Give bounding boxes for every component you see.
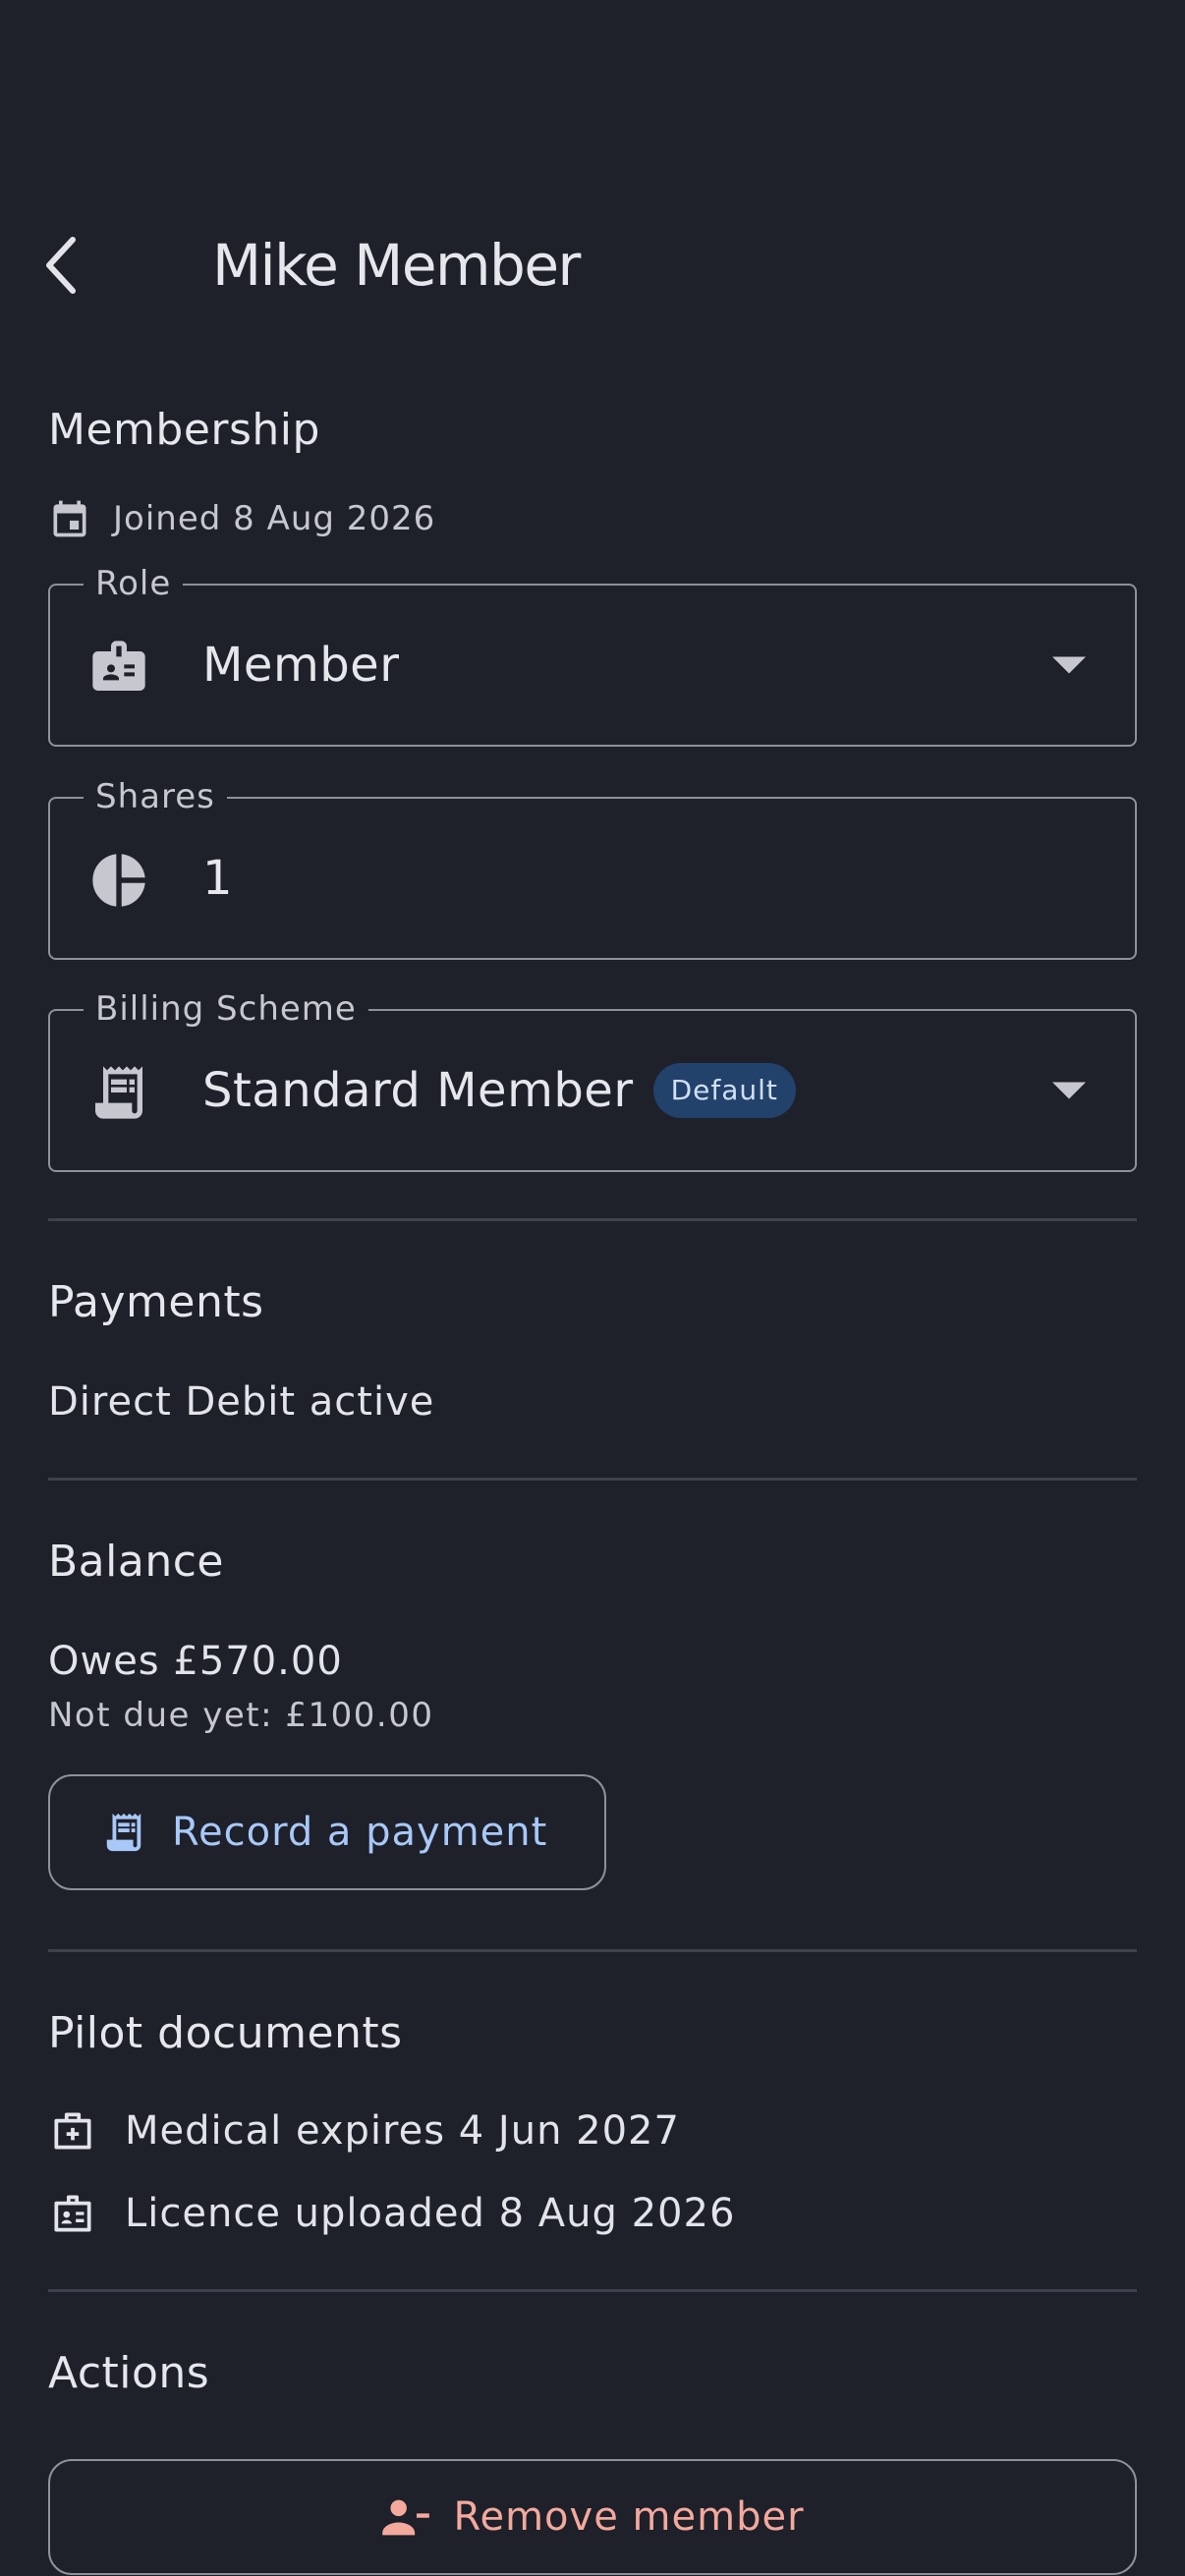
- joined-date: Joined 8 Aug 2026: [113, 499, 436, 538]
- dropdown-arrow-icon: [1052, 1082, 1086, 1099]
- medical-expiry: Medical expires 4 Jun 2027: [125, 2108, 680, 2154]
- balance-not-due: Not due yet: £100.00: [48, 1696, 434, 1735]
- pilot-documents-heading: Pilot documents: [48, 2008, 403, 2058]
- joined-row: Joined 8 Aug 2026: [48, 497, 435, 540]
- licence-badge-icon: [54, 2195, 91, 2232]
- calendar-icon: [53, 500, 86, 537]
- billing-scheme-value-row: Standard Member Default: [202, 1063, 796, 1118]
- balance-heading: Balance: [48, 1537, 224, 1587]
- receipt-icon: [106, 1813, 141, 1852]
- balance-owes: Owes £570.00: [48, 1639, 343, 1684]
- membership-heading: Membership: [48, 405, 320, 455]
- divider: [48, 1218, 1137, 1221]
- actions-heading: Actions: [48, 2348, 210, 2398]
- shares-label: Shares: [84, 773, 227, 820]
- payment-status: Direct Debit active: [48, 1379, 435, 1425]
- billing-scheme-label: Billing Scheme: [84, 985, 368, 1033]
- record-payment-button[interactable]: Record a payment: [48, 1774, 606, 1890]
- role-value: Member: [202, 638, 400, 693]
- person-remove-icon: [382, 2499, 430, 2536]
- billing-scheme-value: Standard Member: [202, 1063, 634, 1118]
- billing-scheme-select[interactable]: Billing Scheme Standard Member Default: [48, 985, 1137, 1172]
- remove-member-button[interactable]: Remove member: [48, 2459, 1137, 2575]
- receipt-icon: [95, 1066, 142, 1119]
- back-arrow-icon: [46, 237, 76, 294]
- pie-chart-icon: [92, 854, 145, 907]
- remove-member-label: Remove member: [453, 2494, 805, 2540]
- page-title: Mike Member: [212, 232, 581, 299]
- id-badge-icon: [92, 641, 145, 691]
- divider: [48, 2289, 1137, 2292]
- licence-uploaded: Licence uploaded 8 Aug 2026: [125, 2191, 736, 2236]
- default-badge: Default: [652, 1063, 796, 1118]
- role-label: Role: [84, 560, 184, 607]
- role-select[interactable]: Role Member: [48, 560, 1137, 747]
- document-row-licence: Licence uploaded 8 Aug 2026: [48, 2189, 735, 2238]
- divider: [48, 1949, 1137, 1952]
- app-bar: Mike Member: [0, 196, 1185, 334]
- dropdown-arrow-icon: [1052, 656, 1086, 674]
- medical-kit-icon: [54, 2112, 91, 2150]
- record-payment-label: Record a payment: [172, 1810, 548, 1855]
- document-row-medical: Medical expires 4 Jun 2027: [48, 2106, 680, 2156]
- shares-field[interactable]: Shares 1: [48, 773, 1137, 960]
- divider: [48, 1478, 1137, 1481]
- shares-value: 1: [202, 851, 234, 906]
- back-button[interactable]: [39, 226, 128, 305]
- payments-heading: Payments: [48, 1277, 264, 1327]
